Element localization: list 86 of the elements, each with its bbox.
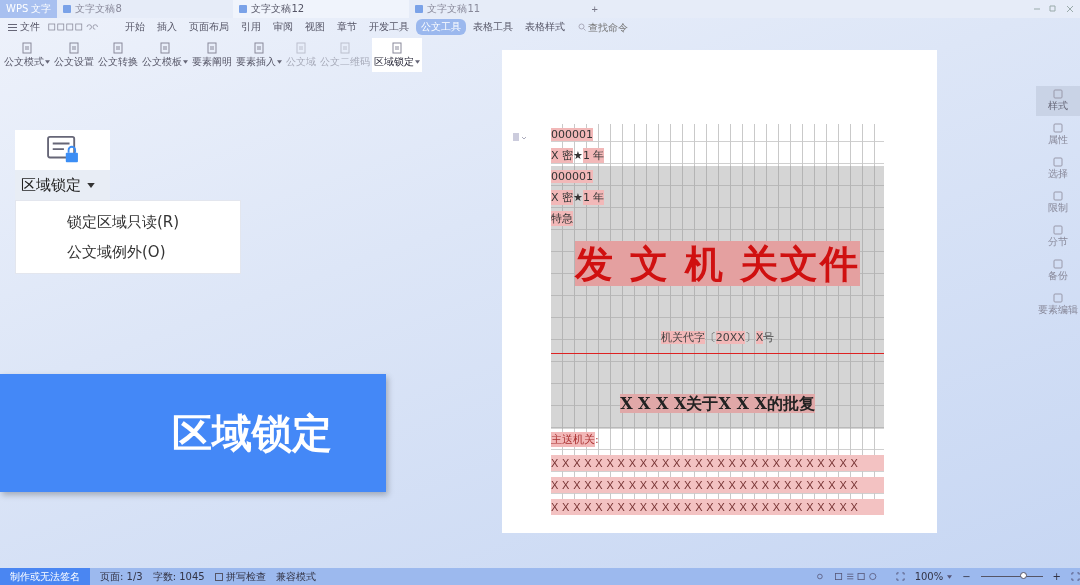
menu-tab[interactable]: 开发工具	[364, 19, 414, 35]
document-icon	[206, 41, 218, 54]
tool-icon	[1053, 157, 1063, 167]
tool-icon	[1053, 123, 1063, 133]
ribbon-button[interactable]: 公文模式	[2, 38, 52, 72]
document-text: X 密	[551, 148, 574, 163]
status-text: 字数: 1045	[152, 569, 205, 584]
menu-item[interactable]: 锁定区域只读(R)	[16, 207, 240, 237]
zoom-level[interactable]: 100%	[914, 571, 953, 582]
document-icon	[415, 5, 424, 13]
menu-icon	[8, 23, 17, 31]
document-number: 机关代字	[660, 331, 705, 344]
document-number: 号	[763, 331, 775, 344]
menu-tab[interactable]: 开始	[120, 19, 150, 35]
ribbon-button[interactable]: 公文转换	[96, 38, 140, 72]
document-text: 000001	[551, 170, 593, 183]
document-icon	[68, 41, 80, 54]
menu-item[interactable]: 公文域例外(O)	[16, 237, 240, 267]
menu-tab[interactable]: 审阅	[268, 19, 298, 35]
document-icon	[239, 5, 248, 13]
tool-icon	[1053, 89, 1063, 99]
caret-icon	[947, 574, 953, 579]
document-icon	[63, 5, 72, 13]
menu-tab[interactable]: 表格工具	[468, 19, 518, 35]
document-icon	[339, 41, 351, 54]
tool-icon	[1053, 293, 1063, 303]
window-controls-icon[interactable]	[1034, 5, 1074, 13]
caret-icon	[277, 59, 282, 64]
file-menu[interactable]: 文件	[8, 20, 48, 34]
caret-icon	[183, 59, 188, 64]
ribbon-button[interactable]: 公文模板	[140, 38, 190, 72]
document-text: 1 年	[582, 148, 605, 163]
caret-icon	[45, 59, 50, 64]
region-lock-icon	[46, 136, 79, 164]
tool-icon	[1053, 259, 1063, 269]
document-icon	[159, 41, 171, 54]
ribbon-button[interactable]: 区域锁定	[372, 38, 422, 72]
document-subject: X X X X关于X X X的批复	[620, 394, 815, 413]
status-text: 兼容模式	[275, 569, 316, 584]
document-icon	[295, 41, 307, 54]
sidebar-button[interactable]: 样式	[1036, 86, 1080, 116]
ribbon-button[interactable]: 要素阐明	[190, 38, 234, 72]
document-number: 20XX	[715, 331, 745, 344]
zoom-out-button[interactable]: −	[962, 571, 971, 582]
document-tab[interactable]: 文字文稿12	[233, 0, 410, 18]
document-number: 〔	[704, 331, 716, 344]
ribbon-button[interactable]: 公文设置	[52, 38, 96, 72]
region-lock-button[interactable]: 区域锁定	[15, 170, 110, 200]
search-icon	[578, 23, 586, 31]
fullscreen-icon[interactable]	[1071, 572, 1080, 581]
menu-tab[interactable]: 页面布局	[184, 19, 234, 35]
document-icon	[112, 41, 124, 54]
status-button[interactable]: 制作或无法签名	[0, 568, 90, 585]
colon-text: :	[595, 432, 599, 446]
menu-tab[interactable]: 引用	[236, 19, 266, 35]
new-tab-button[interactable]: +	[585, 0, 604, 18]
document-icon	[21, 41, 33, 54]
ribbon-button[interactable]: 要素插入	[234, 38, 284, 72]
menu-tab[interactable]: 视图	[300, 19, 330, 35]
document-icon	[253, 41, 265, 54]
document-text: 特急	[551, 211, 573, 226]
menu-tab[interactable]: 章节	[332, 19, 362, 35]
spell-check-button[interactable]: 拼写检查	[214, 569, 266, 584]
status-text: 页面: 1/3	[100, 569, 143, 584]
paragraph-icon[interactable]	[513, 133, 527, 141]
recipient-label: 主送机关	[551, 431, 595, 447]
tool-icon	[1053, 191, 1063, 201]
caret-icon	[415, 59, 420, 64]
menu-tab[interactable]: 表格样式	[520, 19, 570, 35]
menu-tab[interactable]: 插入	[152, 19, 182, 35]
caret-icon	[87, 182, 95, 188]
zoom-in-button[interactable]: +	[1052, 571, 1061, 582]
document-heading: 发 文 机 关文件	[574, 241, 861, 286]
document-text: X 密	[551, 190, 574, 205]
slider-thumb[interactable]	[1020, 572, 1027, 579]
document-text: ★	[573, 191, 583, 204]
document-text: ★	[573, 149, 583, 162]
document-icon	[391, 41, 403, 54]
document-text: 000001	[551, 128, 593, 141]
banner-title: 区域锁定	[172, 408, 332, 458]
document-text: 1 年	[582, 190, 605, 205]
document-number: 〕	[744, 331, 756, 344]
fit-page-icon[interactable]	[895, 572, 905, 581]
tool-icon	[1053, 225, 1063, 235]
document-number: X	[755, 331, 764, 344]
search-field[interactable]: 查找命令	[578, 21, 644, 33]
